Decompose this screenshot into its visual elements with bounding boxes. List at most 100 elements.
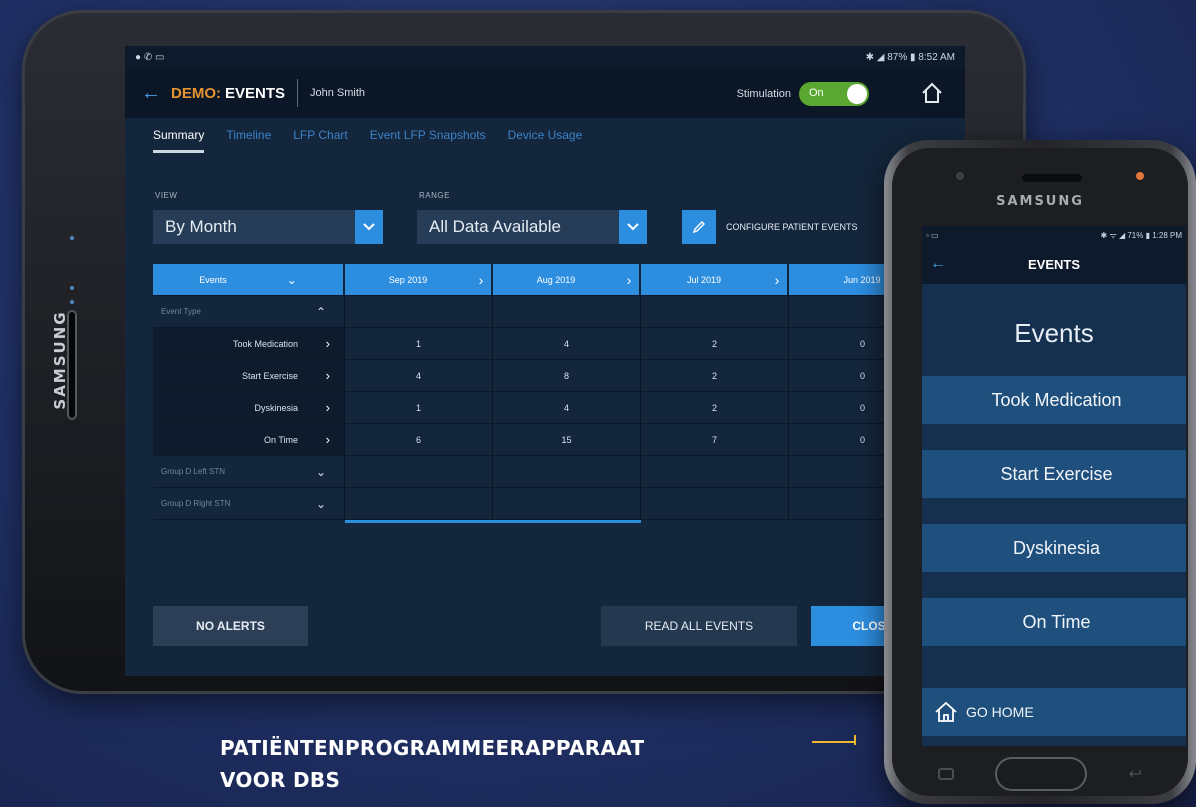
took-medication-button[interactable]: Took Medication (922, 376, 1186, 424)
event-type-label: Event Type (161, 307, 201, 316)
events-grid: Events ⌄ Sep 2019 › Aug 2019 › Jul 2019 … (153, 264, 965, 523)
title-demo: DEMO: (171, 84, 221, 102)
value-cell: 2 (641, 392, 789, 423)
toggle-state-label: On (809, 87, 824, 99)
phone-status-left-icons: ▫ ▭ (926, 230, 939, 240)
tab-lfp-chart[interactable]: LFP Chart (293, 128, 347, 153)
stimulation-label: Stimulation (736, 88, 791, 100)
row-label: Start Exercise (241, 370, 298, 381)
events-header-cell[interactable]: Events ⌄ (153, 264, 345, 295)
chevron-right-icon: › (325, 400, 330, 415)
chevron-up-icon: ⌃ (315, 304, 326, 319)
chevron-right-icon: › (325, 336, 330, 351)
phone-nav-bar: ↩ (892, 754, 1188, 794)
status-right: ✱ ◢ 87% ▮ 8:52 AM (865, 51, 955, 63)
month-label: Aug 2019 (536, 274, 576, 285)
value-cell: 2 (641, 328, 789, 359)
phone-camera (956, 172, 964, 180)
back-icon[interactable]: ↩ (1129, 764, 1142, 784)
phone-home-button[interactable] (995, 757, 1088, 791)
empty-cell (493, 488, 641, 519)
empty-cell (641, 488, 789, 519)
phone-speaker (1022, 174, 1082, 182)
month-header-aug[interactable]: Aug 2019 › (493, 264, 641, 295)
table-row[interactable]: Took Medication › 1 4 2 0 (153, 328, 965, 360)
range-select[interactable]: All Data Available (417, 210, 647, 244)
start-exercise-button[interactable]: Start Exercise (922, 450, 1186, 498)
group-row-right-stn[interactable]: Group D Right STN ⌄ (153, 488, 965, 520)
back-arrow-icon[interactable]: ← (930, 255, 946, 273)
month-label: Jul 2019 (686, 274, 722, 285)
read-all-events-button[interactable]: READ ALL EVENTS (601, 606, 797, 646)
chevron-right-icon: › (478, 271, 484, 288)
chevron-right-icon: › (325, 432, 330, 447)
app-bar: ← DEMO: EVENTS John Smith Stimulation On (125, 68, 965, 118)
phone-app-bar: ← EVENTS (922, 244, 1186, 284)
patient-name: John Smith (310, 87, 366, 99)
caption-line-2: VOOR DBS (220, 768, 341, 792)
pencil-icon (682, 210, 716, 244)
value-cell: 1 (345, 392, 493, 423)
title-events: EVENTS (225, 84, 286, 102)
row-label-cell: Took Medication › (153, 328, 345, 359)
month-header-sep[interactable]: Sep 2019 › (345, 264, 493, 295)
event-type-row[interactable]: Event Type ⌃ (153, 296, 965, 328)
on-time-button[interactable]: On Time (922, 598, 1186, 646)
tablet-side-button (67, 310, 77, 420)
row-label: On Time (263, 434, 298, 445)
empty-cell (641, 296, 789, 327)
table-row[interactable]: Dyskinesia › 1 4 2 0 (153, 392, 965, 424)
row-label-cell: Dyskinesia › (153, 392, 345, 423)
row-label: Dyskinesia (254, 402, 298, 413)
view-select[interactable]: By Month (153, 210, 383, 244)
horizontal-scrollbar[interactable] (345, 520, 641, 523)
recent-apps-icon[interactable] (938, 768, 954, 780)
event-type-cell: Event Type ⌃ (153, 296, 345, 327)
tab-timeline[interactable]: Timeline (226, 128, 271, 153)
month-header-jul[interactable]: Jul 2019 › (641, 264, 789, 295)
tab-summary[interactable]: Summary (153, 128, 205, 153)
chevron-down-icon: ⌄ (286, 272, 297, 287)
group-row-left-stn[interactable]: Group D Left STN ⌄ (153, 456, 965, 488)
toggle-knob (847, 84, 867, 104)
phone-status-bar: ▫ ▭ ✱ ᯤ ◢ 71% ▮ 1:28 PM (922, 226, 1186, 244)
go-home-button[interactable]: GO HOME (922, 688, 1186, 736)
dyskinesia-button[interactable]: Dyskinesia (922, 524, 1186, 572)
table-row[interactable]: On Time › 6 15 7 0 (153, 424, 965, 456)
value-cell: 4 (493, 392, 641, 423)
value-cell: 4 (493, 328, 641, 359)
empty-cell (345, 488, 493, 519)
view-label: VIEW (155, 191, 178, 200)
table-row[interactable]: Start Exercise › 4 8 2 0 (153, 360, 965, 392)
phone-device: SAMSUNG ▫ ▭ ✱ ᯤ ◢ 71% ▮ 1:28 PM ← EVENTS… (884, 140, 1196, 804)
home-icon[interactable] (919, 80, 945, 106)
value-cell: 8 (493, 360, 641, 391)
configure-patient-events-button[interactable]: CONFIGURE PATIENT EVENTS (682, 210, 858, 244)
caption-pointer-line (812, 741, 856, 743)
back-arrow-icon[interactable]: ← (141, 82, 171, 105)
go-home-label: GO HOME (966, 704, 1034, 720)
row-label-cell: Start Exercise › (153, 360, 345, 391)
status-bar: ● ✆ ▭ ✱ ◢ 87% ▮ 8:52 AM (125, 46, 965, 68)
status-left-icons: ● ✆ ▭ (135, 51, 165, 63)
page-title: DEMO: EVENTS (171, 85, 285, 102)
chevron-down-icon (355, 210, 383, 244)
events-header-label: Events (199, 274, 227, 285)
stimulation-toggle[interactable]: On (799, 82, 869, 106)
empty-cell (345, 456, 493, 487)
empty-cell (641, 456, 789, 487)
stimulation-control: Stimulation On (737, 82, 869, 106)
group-label: Group D Right STN (161, 499, 231, 508)
phone-heading: Events (1014, 318, 1094, 348)
title-divider (297, 79, 299, 107)
tab-event-lfp-snapshots[interactable]: Event LFP Snapshots (370, 128, 486, 153)
caption-pointer-tick (854, 735, 856, 745)
tab-device-usage[interactable]: Device Usage (508, 128, 583, 153)
chevron-right-icon: › (325, 368, 330, 383)
row-label: Took Medication (232, 338, 298, 349)
phone-screen: ▫ ▭ ✱ ᯤ ◢ 71% ▮ 1:28 PM ← EVENTS Events … (922, 226, 1186, 746)
value-cell: 15 (493, 424, 641, 455)
no-alerts-button[interactable]: NO ALERTS (153, 606, 308, 646)
value-cell: 7 (641, 424, 789, 455)
value-cell: 4 (345, 360, 493, 391)
